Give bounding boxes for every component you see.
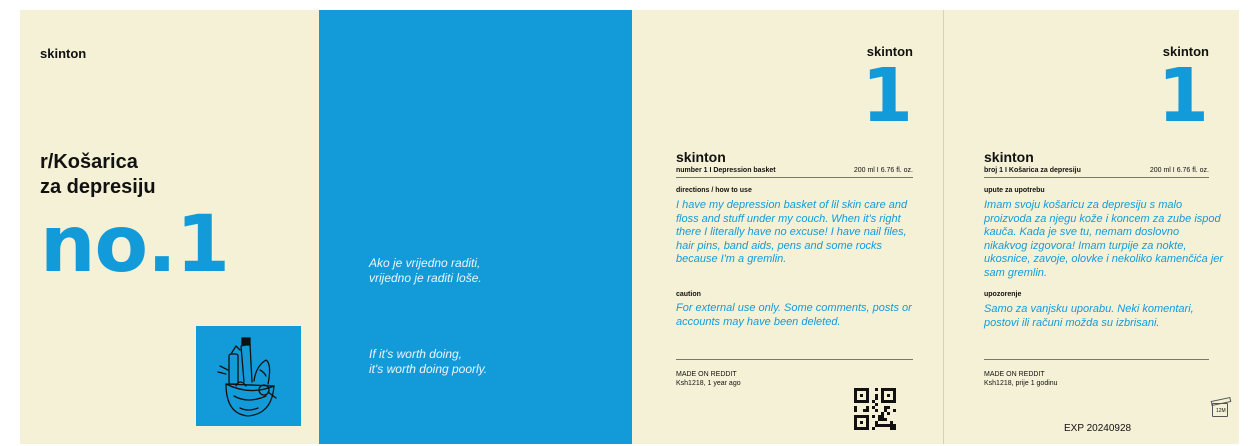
divider: [984, 359, 1209, 360]
label-brand: skinton: [676, 149, 726, 165]
caution-text: For external use only. Some comments, po…: [676, 302, 912, 328]
directions-text: Imam svoju košaricu za depresiju s malo …: [984, 199, 1224, 279]
caution-heading: upozorenje: [984, 291, 1022, 298]
caution-heading: caution: [676, 291, 701, 298]
directions-heading: directions / how to use: [676, 187, 752, 194]
quote-hr-line-1: Ako je vrijedno raditi,: [369, 256, 481, 270]
quote-panel: Ako je vrijedno raditi, vrijedno je radi…: [319, 10, 632, 444]
made-on-label: MADE ON REDDIT: [984, 371, 1045, 378]
brand-logo: skinton: [40, 46, 87, 61]
author-label: Ksh1218, 1 year ago: [676, 380, 741, 387]
credits: MADE ON REDDIT Ksh1218, 1 year ago: [676, 370, 741, 388]
period-after-opening: 12M: [1216, 408, 1226, 414]
big-number: 1: [1157, 53, 1210, 139]
credits: MADE ON REDDIT Ksh1218, prije 1 godinu: [984, 370, 1058, 388]
directions-text: I have my depression basket of lil skin …: [676, 199, 908, 266]
back-label-english: skinton 1 skinton number 1 I Depression …: [632, 10, 943, 444]
volume: 200 ml I 6.76 fl. oz.: [1149, 167, 1209, 174]
author-label: Ksh1218, prije 1 godinu: [984, 380, 1058, 387]
label-subtitle: broj 1 I Košarica za depresiju: [984, 167, 1081, 174]
divider: [676, 177, 913, 178]
label-brand: skinton: [984, 149, 1034, 165]
product-number: no.1: [40, 200, 230, 290]
qr-code-icon[interactable]: [854, 388, 896, 430]
volume: 200 ml I 6.76 fl. oz.: [853, 167, 913, 174]
divider: [984, 177, 1209, 178]
open-jar-icon: 12M: [1212, 403, 1228, 417]
title-line-2: za depresiju: [40, 176, 156, 198]
big-number: 1: [861, 53, 914, 139]
basket-illustration-icon: [196, 326, 301, 426]
title-line-1: r/Košarica: [40, 151, 138, 173]
quote-en-line-1: If it's worth doing,: [369, 347, 462, 361]
product-title: r/Košarica za depresiju: [40, 150, 280, 200]
back-label-croatian: skinton 1 skinton broj 1 I Košarica za d…: [944, 10, 1239, 444]
expiry-date: EXP 20240928: [1064, 423, 1132, 434]
quote-en-line-2: it's worth doing poorly.: [369, 362, 488, 376]
made-on-label: MADE ON REDDIT: [676, 371, 737, 378]
front-panel: skinton r/Košarica za depresiju no.1: [20, 10, 319, 444]
caution-text: Samo za vanjsku uporabu. Neki komentari,…: [984, 303, 1194, 329]
label-subtitle: number 1 I Depression basket: [676, 167, 776, 174]
quote-hr-line-2: vrijedno je raditi loše.: [369, 271, 482, 285]
directions-heading: upute za upotrebu: [984, 187, 1045, 194]
divider: [676, 359, 913, 360]
